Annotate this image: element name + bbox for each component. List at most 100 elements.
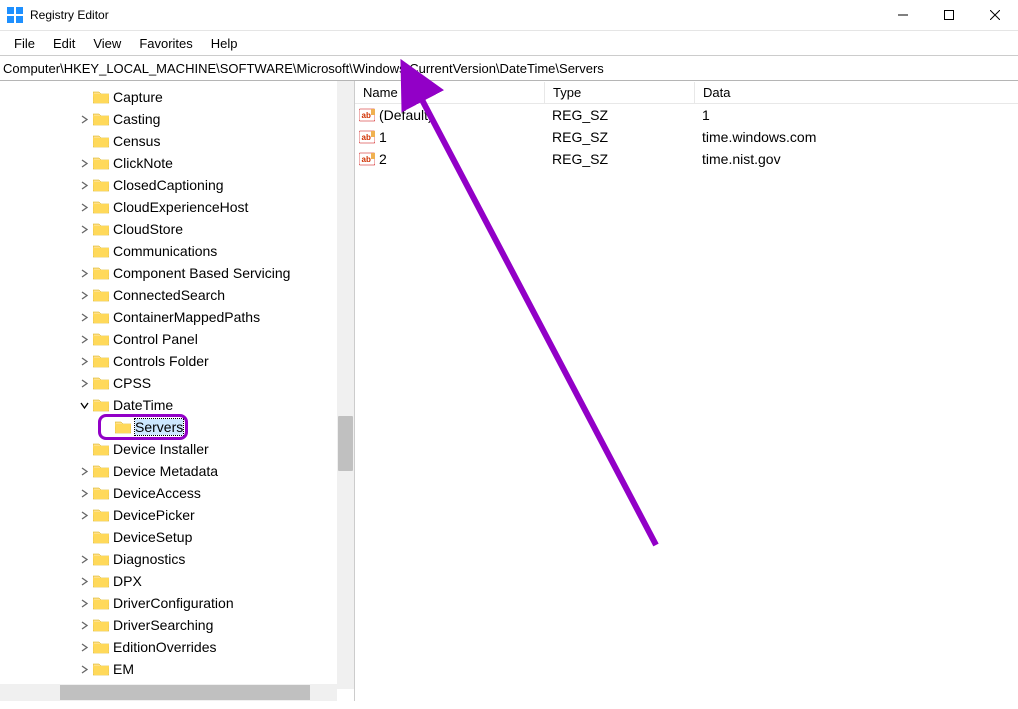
expander-icon[interactable] (78, 399, 91, 412)
expander-icon[interactable] (78, 377, 91, 390)
tree-item[interactable]: DriverConfiguration (0, 592, 354, 614)
folder-icon (93, 156, 109, 170)
col-data[interactable]: Data (695, 82, 1018, 103)
menu-favorites[interactable]: Favorites (130, 34, 201, 53)
tree-item[interactable]: DriverSearching (0, 614, 354, 636)
tree-item[interactable]: CloudExperienceHost (0, 196, 354, 218)
tree-item[interactable]: EM (0, 658, 354, 680)
folder-icon (93, 662, 109, 676)
expander-icon[interactable] (78, 575, 91, 588)
tree-item[interactable]: DevicePicker (0, 504, 354, 526)
expander-icon (78, 135, 91, 148)
folder-icon (93, 442, 109, 456)
string-value-icon: ab (359, 129, 375, 145)
maximize-button[interactable] (926, 0, 972, 31)
expander-icon[interactable] (78, 355, 91, 368)
expander-icon[interactable] (78, 223, 91, 236)
tree-item[interactable]: ConnectedSearch (0, 284, 354, 306)
menu-edit[interactable]: Edit (44, 34, 84, 53)
tree-item[interactable]: Component Based Servicing (0, 262, 354, 284)
tree-item-label: Census (113, 133, 160, 149)
address-bar[interactable]: Computer\HKEY_LOCAL_MACHINE\SOFTWARE\Mic… (0, 56, 1018, 81)
scrollbar-thumb[interactable] (338, 416, 353, 471)
tree-item[interactable]: DPX (0, 570, 354, 592)
expander-icon[interactable] (78, 157, 91, 170)
expander-icon[interactable] (78, 663, 91, 676)
tree-item[interactable]: ClosedCaptioning (0, 174, 354, 196)
expander-icon[interactable] (78, 113, 91, 126)
expander-icon[interactable] (78, 619, 91, 632)
tree-item-label: CloudStore (113, 221, 183, 237)
tree-item[interactable]: Control Panel (0, 328, 354, 350)
expander-icon (100, 421, 113, 434)
expander-icon[interactable] (78, 333, 91, 346)
expander-icon[interactable] (78, 179, 91, 192)
folder-icon (93, 618, 109, 632)
cell-data: time.windows.com (694, 129, 1018, 145)
tree-item[interactable]: DeviceAccess (0, 482, 354, 504)
tree-item[interactable]: Capture (0, 86, 354, 108)
title-bar: Registry Editor (0, 0, 1018, 31)
expander-icon[interactable] (78, 465, 91, 478)
col-name[interactable]: Name (355, 82, 545, 103)
tree-item-label: DriverSearching (113, 617, 213, 633)
tree-item-label: Controls Folder (113, 353, 209, 369)
expander-icon[interactable] (78, 597, 91, 610)
expander-icon[interactable] (78, 641, 91, 654)
tree-item-label: DPX (113, 573, 142, 589)
menu-help[interactable]: Help (202, 34, 247, 53)
expander-icon[interactable] (78, 289, 91, 302)
tree-item[interactable]: Servers (0, 416, 354, 438)
expander-icon[interactable] (78, 553, 91, 566)
vertical-scrollbar[interactable] (337, 81, 354, 689)
folder-icon (93, 354, 109, 368)
col-type[interactable]: Type (545, 82, 695, 103)
folder-icon (93, 464, 109, 478)
expander-icon[interactable] (78, 311, 91, 324)
list-row[interactable]: ab1REG_SZtime.windows.com (355, 126, 1018, 148)
tree-item[interactable]: Diagnostics (0, 548, 354, 570)
scrollbar-thumb-h[interactable] (60, 685, 310, 700)
expander-icon[interactable] (78, 267, 91, 280)
close-button[interactable] (972, 0, 1018, 31)
tree-item[interactable]: ContainerMappedPaths (0, 306, 354, 328)
menu-file[interactable]: File (5, 34, 44, 53)
tree-item[interactable]: CPSS (0, 372, 354, 394)
tree-item-label: Diagnostics (113, 551, 185, 567)
tree-item-label: ClosedCaptioning (113, 177, 224, 193)
tree-item[interactable]: DeviceSetup (0, 526, 354, 548)
folder-icon (93, 376, 109, 390)
tree-item[interactable]: CloudStore (0, 218, 354, 240)
menu-bar: File Edit View Favorites Help (0, 31, 1018, 56)
expander-icon (78, 245, 91, 258)
expander-icon[interactable] (78, 201, 91, 214)
tree-item[interactable]: ClickNote (0, 152, 354, 174)
folder-icon (93, 266, 109, 280)
window-title: Registry Editor (30, 8, 109, 22)
folder-icon (93, 398, 109, 412)
svg-text:ab: ab (362, 133, 371, 142)
tree-item[interactable]: Casting (0, 108, 354, 130)
app-icon (7, 7, 23, 23)
tree-item[interactable]: Controls Folder (0, 350, 354, 372)
expander-icon[interactable] (78, 509, 91, 522)
tree-item[interactable]: DateTime (0, 394, 354, 416)
folder-icon (93, 640, 109, 654)
expander-icon[interactable] (78, 487, 91, 500)
list-row[interactable]: ab(Default)REG_SZ1 (355, 104, 1018, 126)
tree-item[interactable]: Device Metadata (0, 460, 354, 482)
minimize-button[interactable] (880, 0, 926, 31)
tree-scroll[interactable]: CaptureCasting Census ClickNote ClosedCapti… (0, 81, 354, 689)
tree-item-label: DeviceSetup (113, 529, 192, 545)
tree-item[interactable]: Census (0, 130, 354, 152)
menu-view[interactable]: View (84, 34, 130, 53)
tree-item[interactable]: Device Installer (0, 438, 354, 460)
tree-item-label: DateTime (113, 397, 173, 413)
tree-item[interactable]: EditionOverrides (0, 636, 354, 658)
tree-item-label: CPSS (113, 375, 151, 391)
list-row[interactable]: ab2REG_SZtime.nist.gov (355, 148, 1018, 170)
horizontal-scrollbar[interactable] (0, 684, 337, 701)
expander-icon (78, 91, 91, 104)
tree-item[interactable]: Communications (0, 240, 354, 262)
cell-name: 1 (379, 129, 544, 145)
